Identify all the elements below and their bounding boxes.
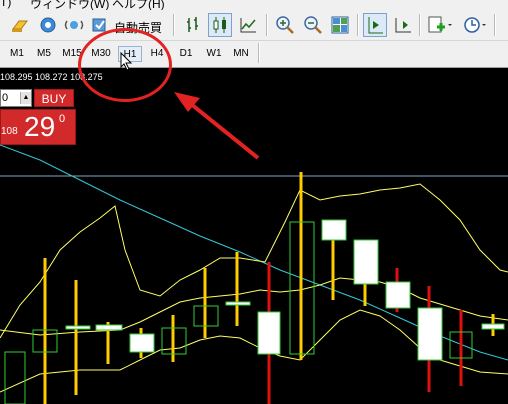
line-chart-icon[interactable] [236,13,260,37]
periods-icon[interactable] [460,13,490,37]
mouse-cursor-icon [120,52,133,71]
candlestick-icon[interactable] [208,13,232,37]
timeframe-w1[interactable]: W1 [202,46,226,62]
lot-size-field[interactable]: 0 ▲ [0,89,32,107]
menu-item-tools[interactable]: (T) [0,0,11,9]
toolbar-separator [357,14,359,36]
toolbar-separator [173,14,175,36]
toolbar-separator [419,14,421,36]
experts-icon[interactable] [8,13,32,37]
timeframe-m1[interactable]: M1 [6,46,28,62]
bar-chart-icon[interactable] [181,13,205,37]
chart-area[interactable] [0,68,508,404]
indicators-icon[interactable] [425,13,453,37]
lot-up-arrow-icon[interactable]: ▲ [20,92,31,104]
timeframe-mn[interactable]: MN [229,46,253,62]
buy-price-panel[interactable]: 108 29 0 [0,109,76,145]
toolbar-separator [266,14,268,36]
menu-item-window[interactable]: ウィンドウ(W) [30,0,109,10]
buy-price-fraction: 0 [59,113,66,125]
lot-size-value: 0 [2,92,9,104]
tile-windows-icon[interactable] [328,13,352,37]
navigator-icon[interactable] [36,13,60,37]
menu-bar: (T) ウィンドウ(W) ヘルプ(H) [0,0,508,10]
toolbar: 自動売買 [0,10,508,41]
chart-shift-icon[interactable] [363,13,387,37]
buy-price-prefix: 108 [1,126,18,137]
zoom-in-icon[interactable] [273,13,297,37]
buy-price-main: 29 [24,111,56,142]
timeframe-d1[interactable]: D1 [175,46,197,62]
timeframe-toolbar: M1 M5 M15 M30 H1 H4 D1 W1 MN [0,41,508,68]
buy-button[interactable]: BUY [34,89,74,107]
zoom-out-icon[interactable] [301,13,325,37]
timeframe-m5[interactable]: M5 [33,46,55,62]
menu-item-help[interactable]: ヘルプ(H) [112,0,165,10]
autoscroll-icon[interactable] [391,13,415,37]
signal-icon[interactable] [62,13,86,37]
toolbar-separator [494,14,496,36]
toolbar-separator [258,43,260,63]
